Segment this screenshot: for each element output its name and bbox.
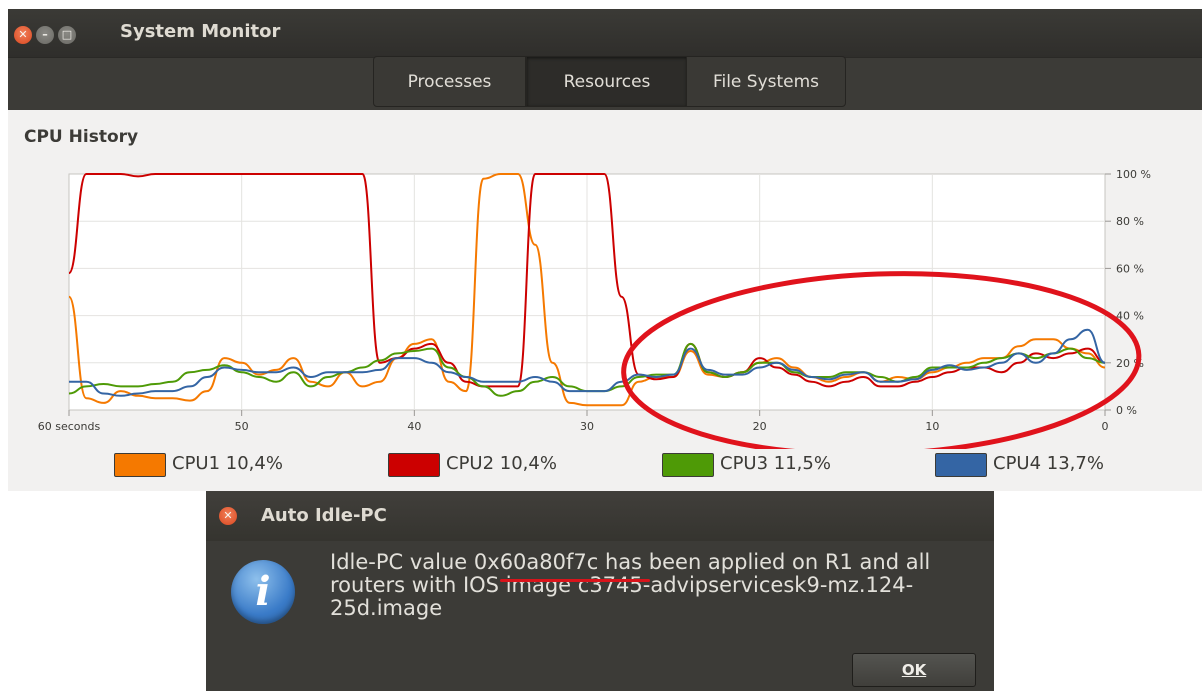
legend-label-cpu3: CPU3 11,5% — [720, 453, 831, 474]
legend-swatch-cpu4[interactable] — [935, 453, 987, 477]
message-prefix: Idle-PC value — [330, 550, 474, 574]
x-tick-label: 30 — [580, 420, 594, 433]
tab-resources[interactable]: Resources — [526, 56, 688, 107]
auto-idle-pc-dialog: ✕ Auto Idle-PC i Idle-PC value 0x60a80f7… — [206, 491, 994, 691]
x-tick-label: 60 seconds — [38, 420, 101, 433]
tab-file-systems[interactable]: File Systems — [686, 56, 846, 107]
legend-label-cpu2: CPU2 10,4% — [446, 453, 557, 474]
legend-swatch-cpu3[interactable] — [662, 453, 714, 477]
y-tick-label: 100 % — [1116, 168, 1151, 181]
dialog-close-button[interactable]: ✕ — [219, 507, 237, 525]
cpu-history-title: CPU History — [24, 127, 139, 147]
legend-swatch-cpu2[interactable] — [388, 453, 440, 477]
x-tick-label: 50 — [235, 420, 249, 433]
value-underline-annotation — [500, 579, 650, 582]
dialog-message: Idle-PC value 0x60a80f7c has been applie… — [330, 551, 970, 620]
info-icon: i — [231, 560, 295, 624]
y-tick-label: 80 % — [1116, 215, 1144, 228]
close-icon: ✕ — [223, 509, 233, 522]
minimize-icon: – — [42, 28, 48, 41]
legend-label-cpu1: CPU1 10,4% — [172, 453, 283, 474]
x-tick-label: 20 — [753, 420, 767, 433]
title-bar: ✕ – □ System Monitor — [8, 9, 1202, 57]
x-tick-label: 0 — [1102, 420, 1109, 433]
y-tick-label: 60 % — [1116, 262, 1144, 275]
cpu-history-chart: 60 seconds 50 40 30 20 10 0100 %80 %60 %40 %20… — [38, 168, 1151, 449]
legend-swatch-cpu1[interactable] — [114, 453, 166, 477]
maximize-button[interactable]: □ — [58, 26, 76, 44]
dialog-title: Auto Idle-PC — [261, 505, 387, 526]
legend-label-cpu4: CPU4 13,7% — [993, 453, 1104, 474]
dialog-title-bar: ✕ Auto Idle-PC — [206, 491, 994, 541]
idle-pc-value: 0x60a80f7c — [473, 550, 599, 574]
system-monitor-window: ✕ – □ System Monitor Processes Resources… — [8, 9, 1202, 491]
close-icon: ✕ — [18, 28, 28, 41]
x-tick-label: 10 — [925, 420, 939, 433]
minimize-button[interactable]: – — [36, 26, 54, 44]
x-tick-label: 40 — [407, 420, 421, 433]
y-tick-label: 0 % — [1116, 404, 1137, 417]
maximize-icon: □ — [61, 28, 73, 41]
ok-button[interactable]: OK — [852, 653, 976, 687]
tab-processes[interactable]: Processes — [373, 56, 526, 107]
window-title: System Monitor — [120, 21, 281, 42]
close-button[interactable]: ✕ — [14, 26, 32, 44]
